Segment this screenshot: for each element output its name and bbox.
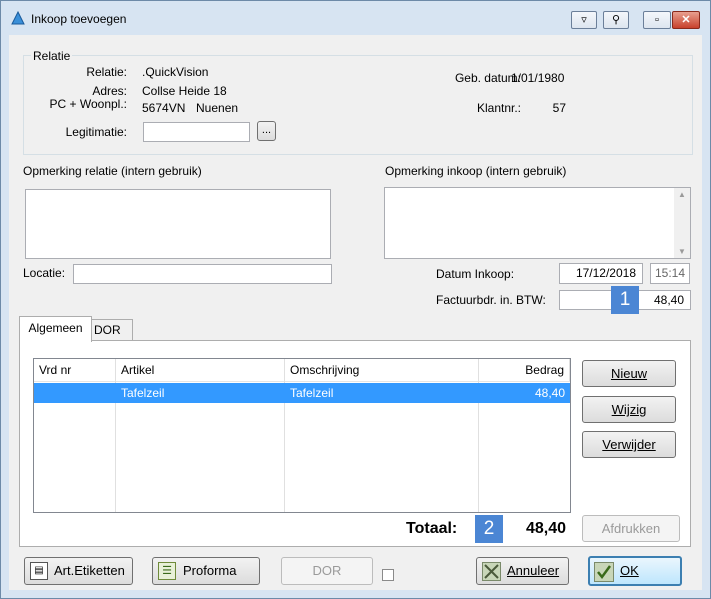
window: Inkoop toevoegen ▿ ⚲ ▫ ✕ Relatie Relatie… [0, 0, 711, 599]
legitimatie-input[interactable] [143, 122, 250, 142]
wijzig-label: Wijzig [611, 402, 647, 417]
pc-woonplaats-label: PC + Woonpl.: [49, 97, 127, 111]
totaal-label: Totaal: [406, 520, 458, 537]
minimize-icon[interactable]: ▫ [643, 11, 671, 29]
opmerking-relatie-textarea[interactable] [25, 189, 331, 259]
ok-button[interactable]: OK [588, 556, 682, 586]
proforma-label: Proforma [183, 563, 237, 578]
locatie-input[interactable] [73, 264, 332, 284]
close-icon[interactable]: ✕ [672, 11, 700, 29]
column-header-artikel[interactable]: Artikel [116, 359, 285, 381]
tab-dor[interactable]: DOR [91, 319, 133, 342]
scroll-up-icon[interactable]: ▲ [678, 190, 686, 199]
verwijder-button[interactable]: Verwijder [582, 431, 676, 458]
pin-icon[interactable]: ⚲ [603, 11, 629, 29]
annotation-badge-1: 1 [611, 286, 639, 314]
annotation-badge-2: 2 [475, 515, 503, 543]
window-title: Inkoop toevoegen [31, 12, 127, 26]
cell-bedrag: 48,40 [534, 386, 565, 400]
datum-inkoop-input[interactable]: 17/12/2018 [559, 263, 643, 284]
proforma-button[interactable]: ☰ Proforma [152, 557, 260, 585]
dor-button[interactable]: DOR [281, 557, 373, 585]
verwijder-label: Verwijder [602, 437, 656, 452]
opmerking-inkoop-scrollbar[interactable]: ▲ ▼ [674, 188, 690, 258]
klantnr-value: 57 [552, 101, 566, 115]
tab-algemeen[interactable]: Algemeen [19, 316, 92, 342]
column-header-omschrijving[interactable]: Omschrijving [285, 359, 479, 381]
annuleer-label: Annuleer [507, 563, 560, 578]
wijzig-button[interactable]: Wijzig [582, 396, 676, 423]
app-triangle-icon [11, 11, 25, 25]
relatie-label: Relatie: [86, 65, 127, 79]
opmerking-inkoop-label: Opmerking inkoop (intern gebruik) [385, 164, 567, 178]
adres-value: Collse Heide 18 [142, 84, 227, 98]
locatie-label: Locatie: [23, 266, 66, 280]
art-etiketten-label: Art.Etiketten [54, 563, 125, 578]
klantnr-label: Klantnr.: [476, 101, 521, 115]
cancel-x-icon [482, 562, 501, 581]
list-icon: ☰ [158, 562, 176, 580]
title-bar[interactable]: Inkoop toevoegen ▿ ⚲ ▫ ✕ [1, 1, 710, 35]
woonplaats-value: Nuenen [196, 101, 239, 115]
tijd-inkoop-input[interactable]: 15:14 [650, 263, 690, 284]
datum-inkoop-label: Datum Inkoop: [436, 267, 515, 281]
dropdown-menu-icon[interactable]: ▿ [571, 11, 597, 29]
legitimatie-browse-button[interactable]: ... [257, 121, 276, 141]
cell-omschrijving: Tafelzeil [290, 386, 334, 400]
annuleer-button[interactable]: Annuleer [476, 557, 569, 585]
adres-label: Adres: [92, 84, 127, 98]
art-etiketten-button[interactable]: ▤ Art.Etiketten [24, 557, 133, 585]
totaal-value: 48,40 [525, 520, 566, 537]
legitimatie-label: Legitimatie: [65, 125, 127, 139]
relatie-group-title: Relatie [31, 49, 73, 63]
factuur-bedrag-label: Factuurbdr. in. BTW: [436, 293, 546, 307]
cell-artikel: Tafelzeil [121, 386, 165, 400]
afdrukken-button[interactable]: Afdrukken [582, 515, 680, 542]
articles-table[interactable]: Vrd nr Artikel Omschrijving Bedrag Tafel… [33, 358, 571, 513]
opmerking-relatie-label: Opmerking relatie (intern gebruik) [23, 164, 202, 178]
postcode-value: 5674VN [142, 101, 186, 115]
geb-datum-label: Geb. datum: [454, 71, 521, 85]
printer-icon: ▤ [30, 562, 48, 580]
nieuw-button[interactable]: Nieuw [582, 360, 676, 387]
relatie-value: .QuickVision [142, 65, 209, 79]
dor-checkbox[interactable] [382, 569, 394, 581]
opmerking-inkoop-textarea[interactable]: ▲ ▼ [384, 187, 691, 259]
scroll-down-icon[interactable]: ▼ [678, 247, 686, 256]
dialog-body: Relatie Relatie: .QuickVision Adres: Col… [9, 35, 702, 590]
table-row[interactable]: Tafelzeil Tafelzeil 48,40 [34, 383, 570, 403]
checkmark-icon [594, 562, 614, 582]
geb-datum-value: 1/01/1980 [511, 71, 565, 85]
nieuw-label: Nieuw [610, 366, 648, 381]
ok-label: OK [620, 563, 639, 578]
column-header-bedrag[interactable]: Bedrag [479, 359, 570, 381]
column-header-vrd-nr[interactable]: Vrd nr [34, 359, 116, 381]
